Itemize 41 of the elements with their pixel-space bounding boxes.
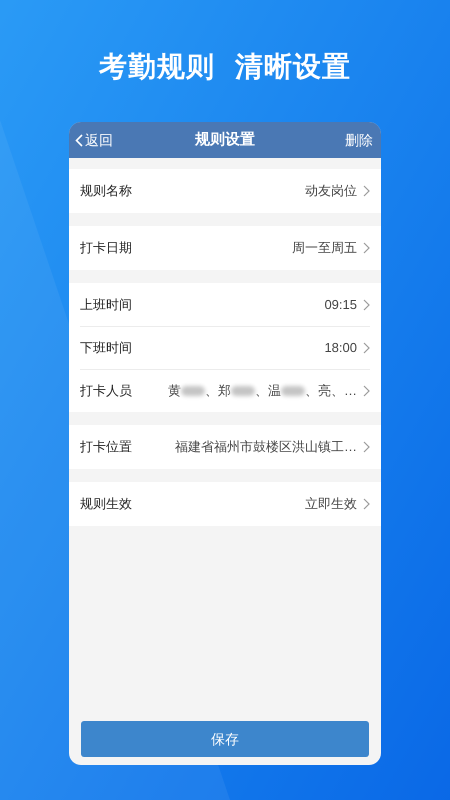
- save-button[interactable]: 保存: [81, 721, 369, 757]
- chevron-left-icon: [75, 134, 83, 146]
- person-name: 、亮、…: [305, 382, 357, 400]
- screen-title: 规则设置: [195, 130, 255, 150]
- row-label: 规则名称: [80, 182, 132, 200]
- settings-row[interactable]: 上班时间 09:15: [80, 283, 370, 326]
- blurred-name: [281, 386, 305, 396]
- settings-row[interactable]: 下班时间 18:00: [80, 326, 370, 369]
- row-value: 福建省福州市鼓楼区洪山镇工…: [175, 438, 357, 456]
- row-label: 上班时间: [80, 296, 132, 314]
- row-value: 立即生效: [305, 495, 357, 514]
- row-label: 规则生效: [80, 495, 132, 514]
- settings-row[interactable]: 规则生效 立即生效: [80, 482, 370, 526]
- settings-row[interactable]: 规则名称 动友岗位: [80, 169, 370, 213]
- back-button[interactable]: 返回: [75, 130, 113, 150]
- settings-row[interactable]: 打卡日期 周一至周五: [80, 226, 370, 270]
- person-name: 、温: [255, 382, 281, 400]
- chevron-right-icon: [363, 441, 370, 453]
- person-name: 黄: [168, 382, 181, 400]
- chevron-right-icon: [363, 385, 370, 397]
- chevron-right-icon: [363, 298, 370, 310]
- row-label: 下班时间: [80, 339, 132, 358]
- chevron-right-icon: [363, 242, 370, 254]
- row-label: 打卡人员: [80, 382, 132, 400]
- row-value: 09:15: [324, 296, 357, 314]
- chevron-right-icon: [363, 185, 370, 197]
- row-value: 周一至周五: [292, 239, 357, 258]
- chevron-right-icon: [363, 498, 370, 510]
- settings-row[interactable]: 打卡位置 福建省福州市鼓楼区洪山镇工…: [80, 425, 370, 469]
- settings-row[interactable]: 打卡人员 黄 、郑 、温 、亮、…: [80, 369, 370, 412]
- row-value: 18:00: [324, 339, 357, 358]
- row-label: 打卡日期: [80, 239, 132, 258]
- person-name: 、郑: [205, 382, 231, 400]
- chevron-right-icon: [363, 342, 370, 354]
- headline-text: 清晰设置: [235, 50, 351, 84]
- row-label: 打卡位置: [80, 438, 132, 456]
- blurred-name: [231, 386, 255, 396]
- delete-button[interactable]: 删除: [345, 130, 375, 150]
- headline-text: 考勤规则: [99, 50, 215, 84]
- row-value: 动友岗位: [305, 182, 357, 200]
- blurred-name: [181, 386, 205, 396]
